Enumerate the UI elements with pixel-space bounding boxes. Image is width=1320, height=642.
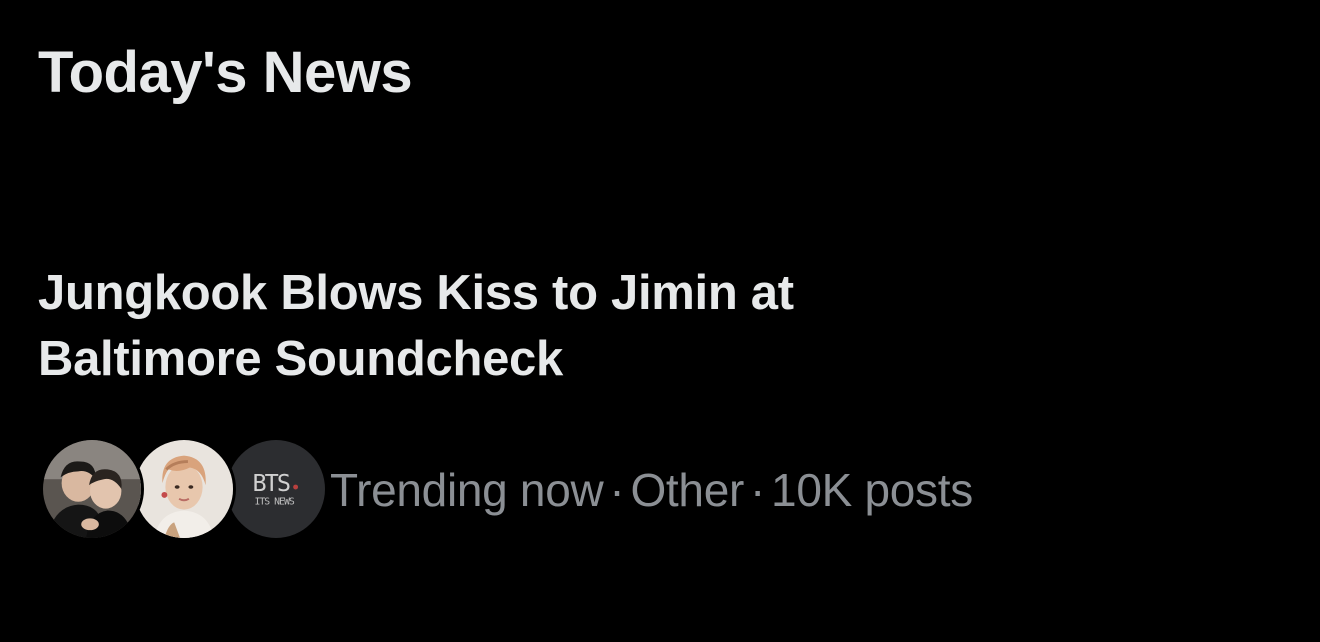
headline-line-2: Baltimore Soundcheck <box>38 332 563 386</box>
meta-separator: · <box>750 464 766 516</box>
trend-status: Trending now <box>330 464 604 516</box>
section-title: Today's News <box>38 40 413 105</box>
svg-text:BTS: BTS <box>252 469 289 497</box>
news-meta-row: BTS ITS NEWS Trending now · Other · 10K post… <box>40 437 1240 547</box>
headline-line-1: Jungkook Blows Kiss to Jimin at <box>38 266 794 320</box>
trend-meta-text: Trending now · Other · 10K posts <box>330 463 973 517</box>
post-count: 10K posts <box>771 464 973 516</box>
trending-news-item[interactable]: Jungkook Blows Kiss to Jimin at Baltimor… <box>0 250 1320 570</box>
bts-news-logo-icon: BTS ITS NEWS <box>227 440 325 538</box>
photo-avatar-icon <box>135 440 233 538</box>
svg-text:ITS NEWS: ITS NEWS <box>254 497 294 508</box>
avatar-bts-news-logo: BTS ITS NEWS <box>224 437 328 541</box>
meta-separator: · <box>609 464 625 516</box>
avatar-two-people <box>40 437 144 541</box>
avatar-person <box>132 437 236 541</box>
photo-avatar-icon <box>43 440 141 538</box>
news-headline[interactable]: Jungkook Blows Kiss to Jimin at Baltimor… <box>38 260 1138 392</box>
trend-category: Other <box>630 464 744 516</box>
